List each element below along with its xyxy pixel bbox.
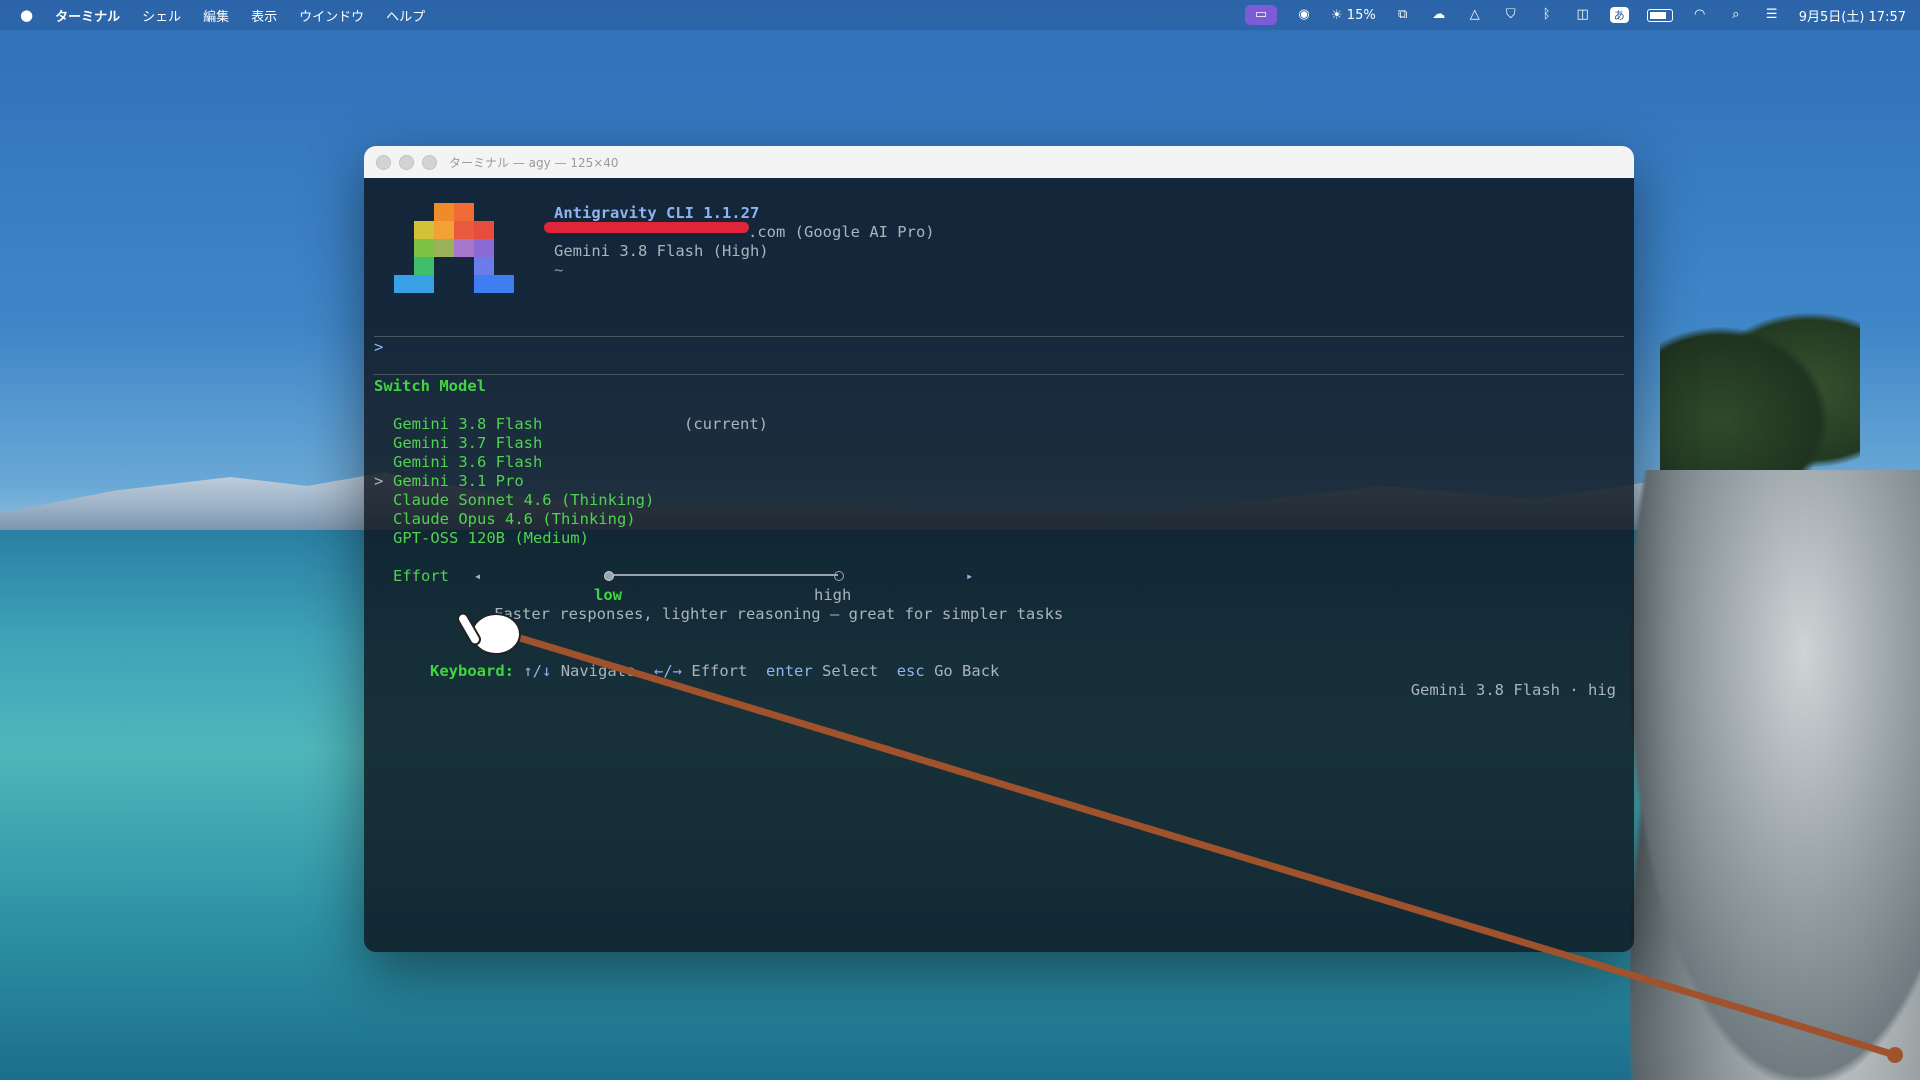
- effort-key: ←/→: [654, 662, 683, 680]
- translate-icon[interactable]: ⧉: [1394, 8, 1412, 22]
- model-option-4[interactable]: Claude Sonnet 4.6 (Thinking): [393, 491, 654, 510]
- current-model-label: Gemini 3.8 Flash (High): [554, 242, 769, 260]
- zoom-button[interactable]: [422, 154, 437, 170]
- terminal-window[interactable]: ターミナル — agy — 125×40 Antigravity CLI 1.1…: [364, 146, 1634, 952]
- menu-app-name[interactable]: ターミナル: [55, 6, 120, 25]
- effort-slider-knob-low[interactable]: [604, 571, 614, 581]
- divider-bottom: [374, 374, 1624, 375]
- brightness-indicator[interactable]: ☀ 15%: [1331, 8, 1376, 23]
- effort-low-label: low: [594, 586, 622, 604]
- brightness-value: 15%: [1346, 7, 1376, 23]
- effort-decrease-arrow[interactable]: ◂: [474, 567, 481, 586]
- model-option-5[interactable]: Claude Opus 4.6 (Thinking): [393, 510, 636, 529]
- menu-item-view[interactable]: 表示: [251, 6, 277, 25]
- shield-icon[interactable]: ⛉: [1502, 8, 1520, 22]
- close-button[interactable]: [376, 154, 391, 170]
- model-option-3[interactable]: Gemini 3.1 Pro: [393, 472, 524, 491]
- effort-high-label: high: [814, 586, 852, 604]
- menu-bar: ● ターミナル シェル 編集 表示 ウインドウ ヘルプ ▭ ◉ ☀ 15% ⧉ …: [0, 0, 1920, 30]
- window-titlebar[interactable]: ターミナル — agy — 125×40: [364, 146, 1634, 178]
- menu-item-shell[interactable]: シェル: [142, 6, 181, 25]
- effort-slider-knob-high[interactable]: [834, 571, 844, 581]
- selection-pointer: >: [374, 472, 384, 490]
- menu-clock[interactable]: 9月5日(土) 17:57: [1799, 6, 1906, 25]
- input-method-badge[interactable]: あ: [1609, 7, 1629, 23]
- working-directory: ~: [554, 261, 564, 279]
- esc-key: esc: [896, 662, 925, 680]
- menu-item-help[interactable]: ヘルプ: [386, 6, 425, 25]
- battery-icon[interactable]: [1646, 8, 1673, 22]
- wallpaper-rocks: [1630, 470, 1920, 1080]
- sun-icon: ☀: [1331, 7, 1343, 23]
- terminal-content[interactable]: Antigravity CLI 1.1.27 .com (Google AI P…: [364, 178, 1634, 952]
- prompt-symbol[interactable]: >: [374, 338, 383, 357]
- effort-slider-track[interactable]: [608, 574, 838, 576]
- minimize-button[interactable]: [399, 154, 414, 170]
- enter-key: enter: [766, 662, 813, 680]
- menu-item-window[interactable]: ウインドウ: [299, 6, 364, 25]
- drive-icon[interactable]: △: [1466, 8, 1484, 22]
- current-model-tag: (current): [684, 415, 768, 433]
- control-center-icon[interactable]: ☰: [1763, 8, 1781, 22]
- model-option-2[interactable]: Gemini 3.6 Flash: [393, 453, 542, 472]
- display-icon[interactable]: ◫: [1574, 8, 1592, 22]
- navigate-text: Navigate: [560, 662, 636, 680]
- status-line: Gemini 3.8 Flash · hig: [1410, 681, 1616, 699]
- navigate-key: ↑/↓: [523, 662, 552, 680]
- account-label: .com (Google AI Pro): [748, 223, 935, 241]
- apple-icon[interactable]: ●: [20, 6, 33, 24]
- model-option-1[interactable]: Gemini 3.7 Flash: [393, 434, 542, 453]
- window-title: ターミナル — agy — 125×40: [449, 155, 619, 170]
- cloud-icon[interactable]: ☁: [1430, 8, 1448, 22]
- app-version-title: Antigravity CLI 1.1.27: [554, 204, 760, 222]
- wifi-icon[interactable]: ◠: [1691, 8, 1709, 22]
- enter-text: Select: [822, 662, 879, 680]
- bluetooth-icon[interactable]: ᛒ: [1538, 8, 1556, 22]
- divider-top: [374, 336, 1624, 337]
- model-option-0[interactable]: Gemini 3.8 Flash: [393, 415, 542, 434]
- esc-text: Go Back: [934, 662, 1000, 680]
- effort-increase-arrow[interactable]: ▸: [966, 567, 973, 586]
- search-icon[interactable]: ⌕: [1727, 8, 1745, 22]
- antigravity-logo: [394, 203, 514, 293]
- password-icon[interactable]: ◉: [1295, 8, 1313, 22]
- effort-label: Effort: [393, 567, 449, 585]
- effort-description: Faster responses, lighter reasoning — gr…: [494, 605, 1064, 623]
- menu-item-edit[interactable]: 編集: [203, 6, 229, 25]
- model-option-6[interactable]: GPT-OSS 120B (Medium): [393, 529, 589, 548]
- switch-model-heading: Switch Model: [374, 377, 486, 395]
- keyboard-label: Keyboard:: [430, 662, 514, 680]
- screen-record-icon[interactable]: ▭: [1245, 5, 1277, 25]
- keyboard-legend: Keyboard: ↑/↓ Navigate ←/→ Effort enter …: [374, 643, 999, 700]
- effort-text: Effort: [691, 662, 748, 680]
- redacted-email: [544, 222, 749, 233]
